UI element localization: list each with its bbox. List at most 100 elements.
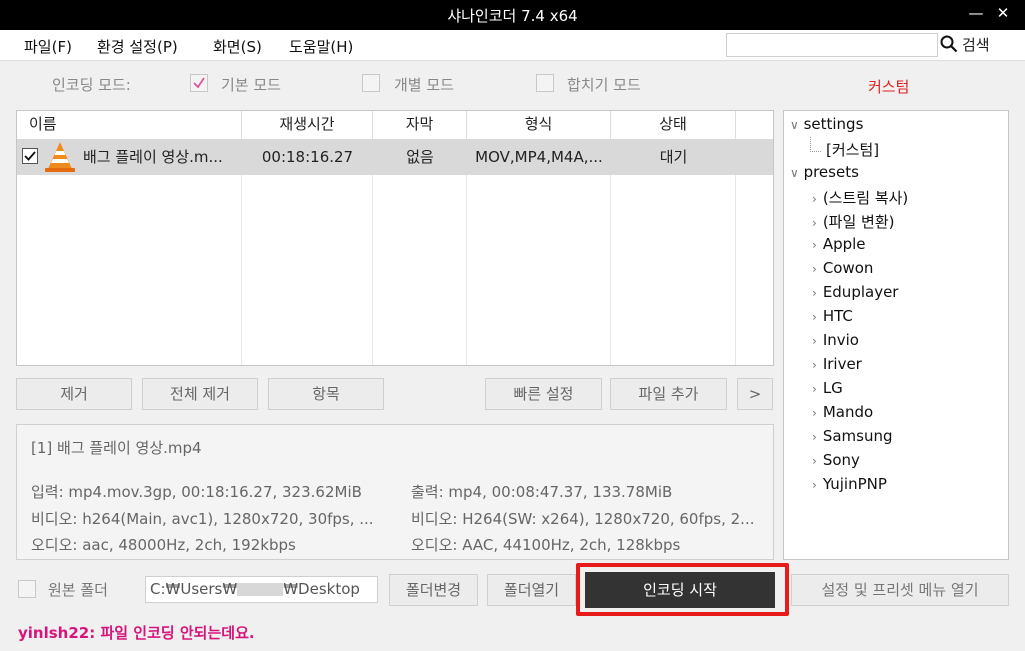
vlc-cone-icon: [45, 142, 75, 172]
remove-button[interactable]: 제거: [16, 378, 132, 410]
file-status: 대기: [659, 148, 688, 166]
tree-node-preset[interactable]: › LG: [812, 379, 843, 397]
info-output: 출력: mp4, 00:08:47.37, 133.78MiB: [411, 483, 673, 501]
tree-label: Apple: [822, 235, 866, 253]
chevron-right-icon[interactable]: ›: [812, 216, 817, 230]
open-folder-button[interactable]: 폴더열기: [487, 574, 576, 606]
chevron-down-icon[interactable]: ∨: [790, 166, 799, 180]
tree-node-preset[interactable]: › (파일 변환): [812, 211, 895, 232]
menu-help[interactable]: 도움말(H): [289, 36, 353, 57]
merge-mode-checkbox[interactable]: [536, 74, 554, 92]
header-name[interactable]: 이름: [17, 111, 242, 137]
table-row[interactable]: 배그 플레이 영상.m... 00:18:16.27 없음 MOV,MP4,M4…: [17, 139, 773, 175]
remove-all-button[interactable]: 전체 제거: [142, 378, 258, 410]
tree-node-preset[interactable]: › Apple: [812, 235, 866, 253]
settings-preset-menu-button[interactable]: 설정 및 프리셋 메뉴 열기: [791, 574, 1009, 606]
file-list[interactable]: 이름 재생시간 자막 형식 상태 배그 플레이 영상.m... 00:18:16…: [16, 110, 774, 366]
tree-node-preset[interactable]: › Samsung: [812, 427, 893, 445]
tree-label: Samsung: [822, 427, 893, 445]
search-label: 검색: [962, 35, 990, 54]
tree-label: Mando: [822, 403, 874, 421]
chevron-right-icon[interactable]: ›: [812, 310, 817, 324]
file-duration: 00:18:16.27: [261, 148, 354, 166]
more-button[interactable]: >: [737, 378, 773, 410]
tree-label: Invio: [822, 331, 859, 349]
tree-label: YujinPNP: [822, 475, 887, 493]
chevron-down-icon[interactable]: ∨: [790, 118, 799, 132]
chevron-right-icon[interactable]: ›: [812, 192, 817, 206]
change-folder-button[interactable]: 폴더변경: [389, 574, 478, 606]
file-name: 배그 플레이 영상.m...: [83, 148, 223, 166]
tree-connector: [810, 137, 821, 152]
info-input-video: 비디오: h264(Main, avc1), 1280x720, 30fps, …: [31, 510, 374, 528]
tree-node-preset[interactable]: › YujinPNP: [812, 475, 887, 493]
source-folder-label: 원본 폴더: [48, 581, 108, 599]
chevron-right-icon[interactable]: ›: [812, 358, 817, 372]
header-status[interactable]: 상태: [611, 111, 736, 137]
tree-node-presets[interactable]: ∨ presets: [790, 163, 859, 181]
tree-node-preset[interactable]: › Sony: [812, 451, 860, 469]
tree-node-preset[interactable]: › Invio: [812, 331, 859, 349]
source-folder-checkbox[interactable]: [18, 580, 36, 598]
item-button[interactable]: 항목: [268, 378, 384, 410]
header-extra: [736, 111, 773, 137]
add-file-button[interactable]: 파일 추가: [610, 378, 727, 410]
chevron-right-icon[interactable]: ›: [812, 454, 817, 468]
tree-node-preset[interactable]: › Iriver: [812, 355, 862, 373]
menu-settings[interactable]: 환경 설정(P): [97, 36, 178, 57]
tree-label: (파일 변환): [822, 213, 895, 231]
chevron-right-icon[interactable]: ›: [812, 382, 817, 396]
info-output-video: 비디오: H264(SW: x264), 1280x720, 60fps, 2.…: [411, 510, 755, 528]
tree-label: Cowon: [822, 259, 874, 277]
close-button[interactable]: ✕: [992, 4, 1014, 22]
tree-label: presets: [803, 163, 859, 181]
chevron-right-icon[interactable]: ›: [812, 478, 817, 492]
tree-label: (스트림 복사): [822, 189, 909, 207]
info-title: [1] 배그 플레이 영상.mp4: [31, 439, 202, 457]
tree-label: LG: [822, 379, 843, 397]
tree-node-preset[interactable]: › (스트림 복사): [812, 187, 908, 208]
redacted-username: [237, 583, 284, 596]
chevron-right-icon[interactable]: ›: [812, 406, 817, 420]
search-icon: [940, 35, 958, 53]
menu-file[interactable]: 파일(F): [24, 36, 72, 57]
title-bar: 샤나인코더 7.4 x64 — ✕: [0, 0, 1025, 30]
search-input[interactable]: [726, 33, 938, 57]
path-end: ₩Desktop: [283, 580, 360, 598]
chevron-right-icon[interactable]: ›: [812, 430, 817, 444]
output-path-input[interactable]: C:₩Users₩ ₩Desktop: [145, 576, 378, 603]
tree-node-preset[interactable]: › Mando: [812, 403, 873, 421]
basic-mode-label: 기본 모드: [221, 76, 281, 94]
path-start: C:₩Users₩: [150, 580, 238, 598]
info-input-audio: 오디오: aac, 48000Hz, 2ch, 192kbps: [31, 536, 296, 554]
tree-node-custom[interactable]: [커스텀]: [826, 139, 879, 160]
minimize-button[interactable]: —: [965, 4, 987, 22]
search-button[interactable]: 검색: [940, 32, 990, 56]
tree-node-preset[interactable]: › Cowon: [812, 259, 873, 277]
custom-label[interactable]: 커스텀: [868, 76, 909, 97]
header-format[interactable]: 형식: [467, 111, 611, 137]
chevron-right-icon[interactable]: ›: [812, 262, 817, 276]
individual-mode-checkbox[interactable]: [362, 74, 380, 92]
info-input: 입력: mp4.mov.3gp, 00:18:16.27, 323.62MiB: [31, 483, 362, 501]
row-checkbox[interactable]: [22, 148, 38, 164]
chevron-right-icon[interactable]: ›: [812, 334, 817, 348]
tree-node-preset[interactable]: › HTC: [812, 307, 853, 325]
preset-tree[interactable]: ∨ settings [커스텀] ∨ presets › (스트림 복사) › (파일…: [783, 110, 1009, 560]
header-duration[interactable]: 재생시간: [242, 111, 373, 137]
tree-node-preset[interactable]: › Eduplayer: [812, 283, 898, 301]
tree-node-settings[interactable]: ∨ settings: [790, 115, 863, 133]
tree-label: Iriver: [822, 355, 862, 373]
quick-settings-button[interactable]: 빠른 설정: [485, 378, 602, 410]
chevron-right-icon[interactable]: ›: [812, 286, 817, 300]
tree-label: Sony: [822, 451, 860, 469]
header-subtitle[interactable]: 자막: [373, 111, 467, 137]
file-info-panel: [1] 배그 플레이 영상.mp4 입력: mp4.mov.3gp, 00:18…: [16, 424, 774, 560]
chevron-right-icon[interactable]: ›: [812, 238, 817, 252]
basic-mode-checkbox[interactable]: [190, 74, 208, 92]
menu-view[interactable]: 화면(S): [213, 36, 262, 57]
merge-mode-label: 합치기 모드: [567, 76, 641, 94]
encoding-mode-label: 인코딩 모드:: [52, 76, 131, 94]
file-format: MOV,MP4,M4A,...: [475, 148, 603, 166]
window-title: 샤나인코더 7.4 x64: [447, 7, 578, 25]
